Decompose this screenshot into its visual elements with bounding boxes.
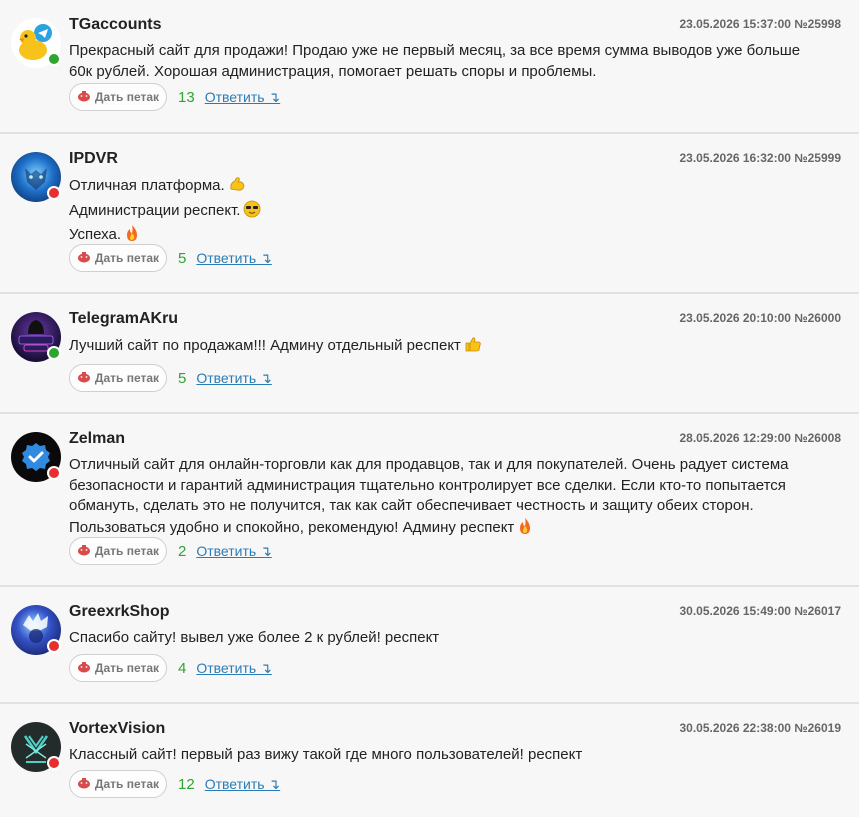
- comment-line: Пользоваться удобно и спокойно, рекоменд…: [69, 518, 515, 536]
- comment-actions: Дать петак 5 Ответить ↴: [69, 243, 272, 273]
- comment-text: Отличная платформа. Администрации респек…: [69, 175, 839, 249]
- comment-line: обмануть, сделать это не получится, так …: [69, 497, 754, 514]
- tip-button-label: Дать петак: [94, 777, 160, 791]
- comment-meta: 23.05.2026 20:10:00 №26000: [679, 311, 841, 325]
- tip-button[interactable]: Дать петак: [69, 770, 167, 798]
- avatar[interactable]: [11, 312, 61, 362]
- offline-status-dot: [47, 466, 61, 480]
- comment-meta: 30.05.2026 22:38:00 №26019: [679, 721, 841, 735]
- tip-count: 5: [178, 249, 187, 267]
- tip-count: 2: [178, 542, 187, 560]
- username[interactable]: TGaccounts: [69, 16, 161, 34]
- username[interactable]: Zelman: [69, 430, 125, 448]
- username[interactable]: TelegramAKru: [69, 310, 178, 328]
- comment-item: TGaccounts 23.05.2026 15:37:00 №25998 Пр…: [0, 0, 859, 134]
- flexed-biceps-emoji-icon: [228, 175, 246, 200]
- comment-line: Отличная платформа.: [69, 177, 225, 194]
- reply-link[interactable]: Ответить ↴: [196, 250, 271, 267]
- comment-meta: 28.05.2026 12:29:00 №26008: [679, 431, 841, 445]
- tip-button[interactable]: Дать петак: [69, 83, 167, 111]
- comment-item: GreexrkShop 30.05.2026 15:49:00 №26017 С…: [0, 587, 859, 704]
- tip-button[interactable]: Дать петак: [69, 654, 167, 682]
- tip-count: 13: [178, 88, 195, 106]
- comment-actions: Дать петак 13 Ответить ↴: [69, 82, 280, 112]
- avatar[interactable]: [11, 152, 61, 202]
- comment-meta: 23.05.2026 15:37:00 №25998: [679, 17, 841, 31]
- tip-button-label: Дать петак: [94, 251, 160, 265]
- reply-link[interactable]: Ответить ↴: [196, 543, 271, 560]
- thumbs-up-emoji-icon: [464, 335, 482, 360]
- comment-actions: Дать петак 12 Ответить ↴: [69, 769, 280, 799]
- piggy-bank-icon: [77, 251, 91, 266]
- tip-button-label: Дать петак: [94, 90, 160, 104]
- comment-meta: 30.05.2026 15:49:00 №26017: [679, 604, 841, 618]
- comment-text: Прекрасный сайт для продажи! Продаю уже …: [69, 41, 839, 82]
- piggy-bank-icon: [77, 661, 91, 676]
- tip-button[interactable]: Дать петак: [69, 244, 167, 272]
- comment-meta: 23.05.2026 16:32:00 №25999: [679, 151, 841, 165]
- offline-status-dot: [47, 186, 61, 200]
- reply-link[interactable]: Ответить ↴: [205, 89, 280, 106]
- comment-line-with-emoji: Администрации респект.: [69, 200, 839, 225]
- comment-line: Администрации респект.: [69, 201, 241, 219]
- comment-line: Отличный сайт для онлайн-торговли как дл…: [69, 456, 789, 473]
- tip-button-label: Дать петак: [94, 371, 160, 385]
- comment-item: Zelman 28.05.2026 12:29:00 №26008 Отличн…: [0, 414, 859, 587]
- comment-line-with-emoji: Отличная платформа.: [69, 175, 839, 200]
- tip-button[interactable]: Дать петак: [69, 537, 167, 565]
- comment-line: Классный сайт! первый раз вижу такой где…: [69, 746, 583, 763]
- avatar[interactable]: [11, 722, 61, 772]
- reply-link[interactable]: Ответить ↴: [205, 776, 280, 793]
- comment-text: Классный сайт! первый раз вижу такой где…: [69, 745, 839, 766]
- comment-line: Успеха.: [69, 226, 122, 243]
- comment-line: 60к рублей. Хорошая администрация, помог…: [69, 62, 597, 80]
- comment-text: Отличный сайт для онлайн-торговли как дл…: [69, 455, 839, 541]
- comment-actions: Дать петак 2 Ответить ↴: [69, 536, 272, 566]
- comment-actions: Дать петак 5 Ответить ↴: [69, 363, 272, 393]
- comment-line-with-emoji: Лучший сайт по продажам!!! Админу отдель…: [69, 335, 839, 360]
- username[interactable]: VortexVision: [69, 720, 165, 738]
- piggy-bank-icon: [77, 90, 91, 105]
- comment-line: Прекрасный сайт для продажи! Продаю уже …: [69, 42, 801, 59]
- online-status-dot: [47, 346, 61, 360]
- piggy-bank-icon: [77, 777, 91, 792]
- online-status-dot: [47, 52, 61, 66]
- avatar[interactable]: [11, 432, 61, 482]
- sunglasses-face-emoji-icon: [243, 200, 261, 225]
- comment-line: безопасности и гарантий администрация тщ…: [69, 476, 786, 494]
- comment-actions: Дать петак 4 Ответить ↴: [69, 653, 272, 683]
- comment-text: Лучший сайт по продажам!!! Админу отдель…: [69, 335, 839, 360]
- piggy-bank-icon: [77, 544, 91, 559]
- tip-button[interactable]: Дать петак: [69, 364, 167, 392]
- tip-count: 4: [178, 659, 187, 677]
- comment-item: TelegramAKru 23.05.2026 20:10:00 №26000 …: [0, 294, 859, 414]
- comment-line: Спасибо сайту! вывел уже более 2 к рубле…: [69, 629, 440, 646]
- comment-item: VortexVision 30.05.2026 22:38:00 №26019 …: [0, 704, 859, 817]
- avatar[interactable]: [11, 18, 61, 68]
- comment-text: Спасибо сайту! вывел уже более 2 к рубле…: [69, 628, 839, 649]
- avatar[interactable]: [11, 605, 61, 655]
- tip-button-label: Дать петак: [94, 661, 160, 675]
- comment-item: IPDVR 23.05.2026 16:32:00 №25999 Отлична…: [0, 134, 859, 294]
- tip-count: 12: [178, 775, 195, 793]
- username[interactable]: GreexrkShop: [69, 603, 169, 621]
- offline-status-dot: [47, 756, 61, 770]
- fire-emoji-icon: [517, 517, 533, 542]
- tip-count: 5: [178, 369, 187, 387]
- username[interactable]: IPDVR: [69, 150, 118, 168]
- reply-link[interactable]: Ответить ↴: [196, 370, 271, 387]
- tip-button-label: Дать петак: [94, 544, 160, 558]
- piggy-bank-icon: [77, 371, 91, 386]
- offline-status-dot: [47, 639, 61, 653]
- comment-line: Лучший сайт по продажам!!! Админу отдель…: [69, 337, 461, 354]
- comment-feed: TGaccounts 23.05.2026 15:37:00 №25998 Пр…: [0, 0, 859, 817]
- reply-link[interactable]: Ответить ↴: [196, 660, 271, 677]
